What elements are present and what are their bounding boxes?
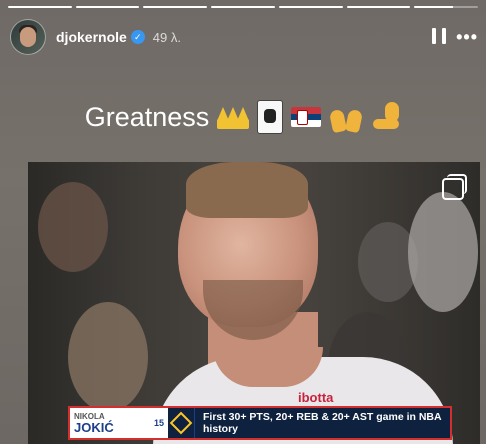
story-progress-bar bbox=[8, 6, 479, 8]
progress-fill bbox=[346, 6, 411, 8]
player-name-block: NIKOLA JOKIĆ bbox=[70, 408, 150, 438]
progress-segment bbox=[346, 6, 411, 8]
joker-card-icon bbox=[257, 100, 284, 134]
caption-text: Greatness bbox=[84, 101, 210, 132]
story-photo[interactable]: ibotta NIKOLA JOKIĆ 15 First 30+ PTS, 20… bbox=[28, 162, 480, 444]
progress-fill bbox=[75, 6, 140, 8]
progress-fill bbox=[143, 6, 208, 8]
progress-segment bbox=[75, 6, 140, 8]
serbia-flag-icon bbox=[291, 107, 322, 127]
progress-fill bbox=[8, 6, 72, 8]
player-last-name: JOKIĆ bbox=[74, 420, 114, 435]
nuggets-logo-icon bbox=[168, 408, 194, 438]
progress-fill bbox=[278, 6, 343, 8]
sponsor-logo: ibotta bbox=[298, 390, 334, 405]
progress-fill bbox=[211, 6, 275, 8]
stat-lower-third: NIKOLA JOKIĆ 15 First 30+ PTS, 20+ REB &… bbox=[68, 406, 452, 440]
stat-text: First 30+ PTS, 20+ REB & 20+ AST game in… bbox=[194, 408, 450, 438]
progress-segment bbox=[143, 6, 208, 8]
avatar[interactable] bbox=[10, 19, 46, 55]
progress-segment bbox=[414, 6, 479, 8]
more-options-icon[interactable]: ••• bbox=[456, 27, 478, 48]
progress-segment bbox=[8, 6, 72, 8]
crown-icon bbox=[217, 105, 250, 129]
flexed-biceps-icon bbox=[371, 102, 401, 132]
pause-icon[interactable] bbox=[432, 28, 446, 44]
multi-select-icon[interactable] bbox=[442, 174, 467, 200]
progress-segment bbox=[278, 6, 343, 8]
progress-fill bbox=[414, 6, 453, 8]
story-caption: Greatness bbox=[0, 100, 486, 134]
raising-hands-icon bbox=[329, 102, 364, 134]
progress-segment bbox=[211, 6, 275, 8]
story-header: djokernole ✓ 49 λ. bbox=[10, 18, 486, 56]
verified-badge-icon: ✓ bbox=[130, 30, 145, 44]
player-number: 15 bbox=[153, 418, 164, 428]
username[interactable]: djokernole bbox=[56, 29, 127, 45]
timestamp: 49 λ. bbox=[152, 29, 181, 45]
